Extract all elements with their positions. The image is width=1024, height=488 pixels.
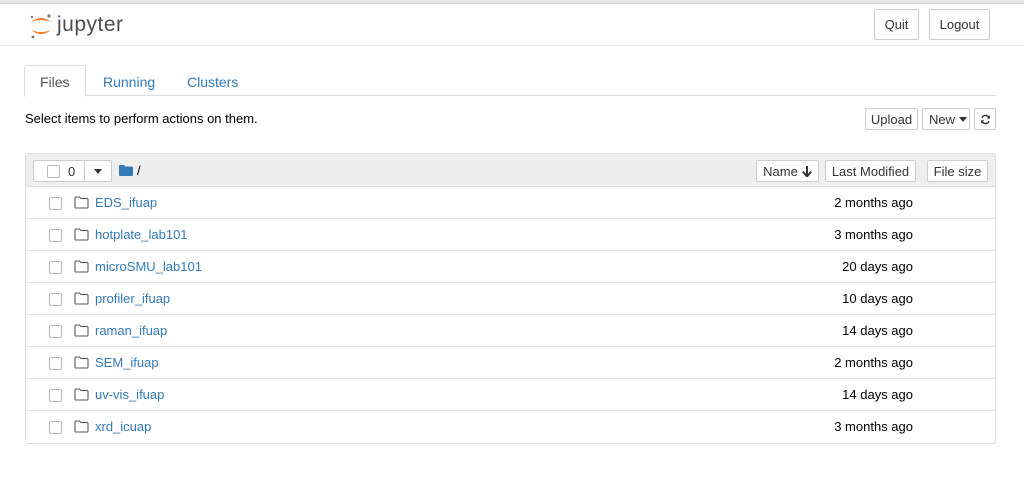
item-name-link[interactable]: raman_ifuap (95, 323, 167, 338)
list-item[interactable]: EDS_ifuap 2 months ago (26, 187, 995, 219)
folder-icon (74, 420, 89, 436)
row-checkbox[interactable] (49, 261, 62, 274)
list-item[interactable]: raman_ifuap 14 days ago (26, 315, 995, 347)
item-name-link[interactable]: uv-vis_ifuap (95, 387, 164, 402)
selection-dropdown-button[interactable] (84, 160, 112, 182)
list-item[interactable]: profiler_ifuap 10 days ago (26, 283, 995, 315)
instructions-text: Select items to perform actions on them. (25, 111, 258, 126)
refresh-button[interactable] (974, 108, 996, 130)
file-list-header: 0 / Name Last Modified File size (26, 154, 995, 187)
jupyter-logo-icon (30, 14, 51, 39)
tab-bar: Files Running Clusters (24, 65, 996, 97)
list-item[interactable]: SEM_ifuap 2 months ago (26, 347, 995, 379)
item-name-link[interactable]: xrd_icuap (95, 419, 151, 434)
item-last-modified: 3 months ago (834, 227, 913, 242)
row-checkbox[interactable] (49, 293, 62, 306)
list-item[interactable]: xrd_icuap 3 months ago (26, 411, 995, 443)
header: jupyter Quit Logout (0, 4, 1024, 46)
folder-icon (74, 324, 89, 340)
logout-button[interactable]: Logout (929, 9, 990, 40)
folder-icon (74, 196, 89, 212)
folder-icon (74, 356, 89, 372)
caret-down-icon (94, 168, 102, 174)
sort-by-name-button[interactable]: Name (756, 160, 819, 182)
row-checkbox[interactable] (49, 325, 62, 338)
list-item[interactable]: uv-vis_ifuap 14 days ago (26, 379, 995, 411)
list-item[interactable]: hotplate_lab101 3 months ago (26, 219, 995, 251)
file-list-panel: 0 / Name Last Modified File size EDS_ifu… (25, 153, 996, 444)
row-checkbox[interactable] (49, 197, 62, 210)
folder-icon (74, 228, 89, 244)
new-button-label: New (929, 111, 956, 127)
item-last-modified: 20 days ago (842, 259, 913, 274)
item-last-modified: 10 days ago (842, 291, 913, 306)
tab-clusters[interactable]: Clusters (172, 65, 253, 96)
select-all-checkbox[interactable] (47, 164, 60, 178)
item-name-link[interactable]: microSMU_lab101 (95, 259, 202, 274)
tab-files[interactable]: Files (24, 65, 86, 97)
arrow-down-icon (801, 165, 812, 177)
item-name-link[interactable]: profiler_ifuap (95, 291, 170, 306)
tab-running[interactable]: Running (88, 65, 170, 96)
folder-icon (74, 260, 89, 276)
item-name-link[interactable]: EDS_ifuap (95, 195, 157, 210)
refresh-icon (980, 114, 990, 124)
logo-text: jupyter (57, 13, 124, 36)
quit-button[interactable]: Quit (874, 9, 919, 40)
row-checkbox[interactable] (49, 421, 62, 434)
selected-count: 0 (68, 163, 76, 179)
item-last-modified: 2 months ago (834, 195, 913, 210)
row-checkbox[interactable] (49, 357, 62, 370)
sort-name-label: Name (763, 163, 798, 179)
new-dropdown-button[interactable]: New (922, 108, 970, 130)
jupyter-logo[interactable]: jupyter (28, 11, 148, 41)
sort-by-last-modified-button[interactable]: Last Modified (825, 160, 916, 182)
list-item[interactable]: microSMU_lab101 20 days ago (26, 251, 995, 283)
sort-by-file-size-button[interactable]: File size (927, 160, 988, 182)
item-name-link[interactable]: SEM_ifuap (95, 355, 159, 370)
caret-down-icon (959, 116, 968, 122)
folder-solid-icon[interactable] (119, 165, 133, 176)
item-last-modified: 14 days ago (842, 387, 913, 402)
item-name-link[interactable]: hotplate_lab101 (95, 227, 188, 242)
select-all-button[interactable]: 0 (33, 160, 85, 182)
row-checkbox[interactable] (49, 389, 62, 402)
item-last-modified: 3 months ago (834, 419, 913, 434)
row-checkbox[interactable] (49, 229, 62, 242)
item-last-modified: 2 months ago (834, 355, 913, 370)
folder-icon (74, 388, 89, 404)
folder-icon (74, 292, 89, 308)
breadcrumb-root[interactable]: / (137, 163, 141, 178)
item-last-modified: 14 days ago (842, 323, 913, 338)
upload-button[interactable]: Upload (865, 108, 918, 130)
